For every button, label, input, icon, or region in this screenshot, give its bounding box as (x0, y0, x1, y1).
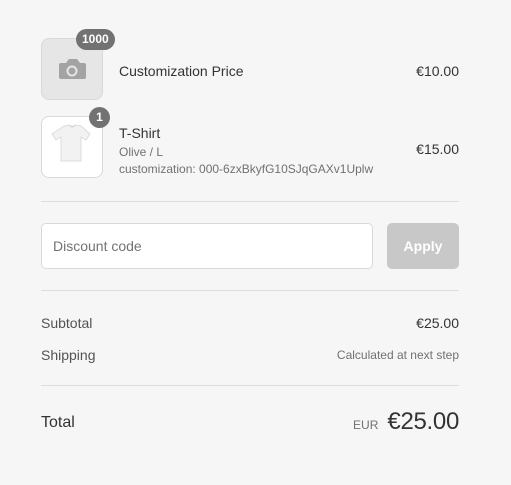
quantity-badge: 1000 (76, 29, 115, 50)
item-name: Customization Price (119, 63, 244, 79)
line-item-customization: 1000 Customization Price €10.00 (41, 29, 459, 102)
item-price: €10.00 (416, 63, 459, 79)
currency-code: EUR (353, 418, 379, 432)
divider (41, 385, 459, 386)
item-name: T-Shirt (119, 125, 161, 141)
shipping-value: Calculated at next step (336, 348, 459, 362)
quantity-badge: 1 (89, 107, 110, 128)
item-customization: customization: 000-6zxBkyfG10SJqGAXv1Upl… (119, 162, 374, 176)
divider (41, 290, 459, 291)
total-value: EUR €25.00 (353, 408, 459, 436)
discount-code-input[interactable] (41, 223, 373, 269)
subtotal-label: Subtotal (41, 315, 93, 331)
subtotal-value: €25.00 (416, 315, 459, 331)
divider (41, 201, 459, 202)
total-amount: €25.00 (387, 408, 459, 435)
item-variant: Olive / L (119, 145, 164, 159)
total-label: Total (41, 414, 75, 431)
shipping-label: Shipping (41, 347, 96, 363)
item-price: €15.00 (416, 141, 459, 157)
apply-discount-button[interactable]: Apply (387, 223, 459, 269)
line-item-tshirt: 1 T-Shirt Olive / L customization: 000-6… (41, 107, 459, 180)
